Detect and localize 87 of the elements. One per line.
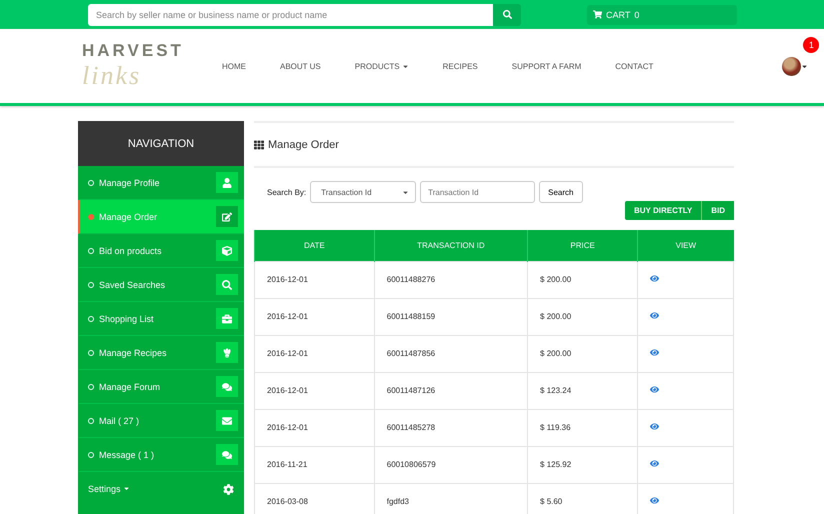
settings-icon[interactable] <box>223 484 234 494</box>
search-icon <box>216 274 238 295</box>
table-cell: 60011488159 <box>374 298 528 335</box>
sidebar-title: NAVIGATION <box>78 121 244 166</box>
caret-icon <box>123 485 130 492</box>
chat-icon <box>216 376 238 397</box>
search-field[interactable]: Search by seller name or business name or product name <box>88 4 493 26</box>
table-cell: 60011487856 <box>374 335 528 372</box>
item-label: Saved Searches <box>99 280 166 290</box>
bullet-icon <box>88 418 94 424</box>
table-cell: 2016-12-01 <box>254 261 374 298</box>
nav-link[interactable]: SUPPORT A FARM <box>494 62 598 70</box>
bullet-icon <box>88 316 94 322</box>
nav-link[interactable]: CONTACT <box>598 62 670 70</box>
table-cell: $ 200.00 <box>528 335 638 372</box>
search-by-label: Search By: <box>267 188 306 196</box>
view-icon[interactable] <box>650 348 660 357</box>
item-label: Manage Forum <box>99 382 162 392</box>
logo-text[interactable]: HARVEST <box>82 41 197 61</box>
table-cell: 2016-12-01 <box>254 335 374 372</box>
search-button[interactable]: Search <box>539 181 582 203</box>
bullet-icon <box>88 350 94 356</box>
page-title: Manage Order <box>268 138 339 150</box>
nav-link[interactable]: ABOUT US <box>263 62 338 70</box>
transaction-id-field[interactable]: Transaction Id <box>420 181 536 203</box>
item-label: Bid on products <box>99 246 163 256</box>
avatar[interactable] <box>782 56 802 76</box>
item-label: Manage Order <box>99 212 158 222</box>
table-cell: 2016-12-01 <box>254 372 374 409</box>
notification-badge: 1 <box>803 36 820 52</box>
bullet-icon <box>88 282 94 288</box>
table-cell: $ 200.00 <box>528 261 638 298</box>
caret-icon <box>801 62 808 70</box>
table-cell: 60010806579 <box>374 446 528 483</box>
table-cell: $ 123.24 <box>528 372 638 409</box>
view-icon[interactable] <box>650 385 660 394</box>
nav-link[interactable]: RECIPES <box>426 62 495 70</box>
column-header: VIEW <box>638 230 734 261</box>
table-cell: 60011487126 <box>374 372 528 409</box>
table-cell: 2016-12-01 <box>254 298 374 335</box>
mode-button[interactable]: BUY DIRECTLY <box>624 201 702 220</box>
cart-button[interactable]: CART 0 <box>587 4 737 24</box>
chef-hat-icon <box>216 342 238 363</box>
view-icon[interactable] <box>650 274 660 283</box>
grid-icon <box>254 140 264 150</box>
sidebar-item[interactable]: Manage Order <box>78 200 244 234</box>
view-icon[interactable] <box>650 422 660 431</box>
column-header: PRICE <box>528 230 638 261</box>
search-button[interactable] <box>493 4 521 26</box>
view-icon[interactable] <box>650 459 660 468</box>
view-icon[interactable] <box>650 311 660 320</box>
table-cell: 2016-11-21 <box>254 446 374 483</box>
cart-icon <box>593 10 602 19</box>
nav-link[interactable]: HOME <box>205 62 263 70</box>
bullet-icon <box>88 248 94 254</box>
edit-icon <box>216 206 238 227</box>
item-label: Mail ( 27 ) <box>99 416 140 426</box>
search-icon <box>502 10 512 19</box>
chevron-icon <box>402 188 410 196</box>
logo-text[interactable]: links <box>82 61 197 91</box>
nav-link[interactable]: PRODUCTS <box>338 62 426 70</box>
user-icon <box>216 172 238 193</box>
mode-button[interactable]: BID <box>701 201 734 220</box>
column-header: DATE <box>254 230 374 261</box>
box-icon <box>216 240 238 261</box>
table-cell: $ 125.92 <box>528 446 638 483</box>
table-cell: $ 119.36 <box>528 409 638 446</box>
settings-menu[interactable]: Settings <box>88 484 130 494</box>
column-header: TRANSACTION ID <box>374 230 528 261</box>
mail-icon <box>216 410 238 431</box>
item-label: Manage Recipes <box>99 348 168 358</box>
item-label: Manage Profile <box>99 178 161 188</box>
item-label: Shopping List <box>99 314 155 324</box>
bullet-icon <box>88 452 94 458</box>
bullet-icon <box>88 180 94 186</box>
item-label: Message ( 1 ) <box>99 450 156 460</box>
table-cell: $ 200.00 <box>528 298 638 335</box>
table-cell: 60011485278 <box>374 409 528 446</box>
bullet-icon <box>88 384 94 390</box>
table-cell: 60011488276 <box>374 261 528 298</box>
briefcase-icon <box>216 308 238 329</box>
view-icon[interactable] <box>650 496 660 505</box>
table-cell: 2016-12-01 <box>254 409 374 446</box>
table-cell: 2016-03-08 <box>254 483 374 514</box>
search-by-select[interactable]: Transaction Id <box>310 181 416 203</box>
chat-icon <box>216 444 238 465</box>
bullet-icon <box>88 214 94 220</box>
